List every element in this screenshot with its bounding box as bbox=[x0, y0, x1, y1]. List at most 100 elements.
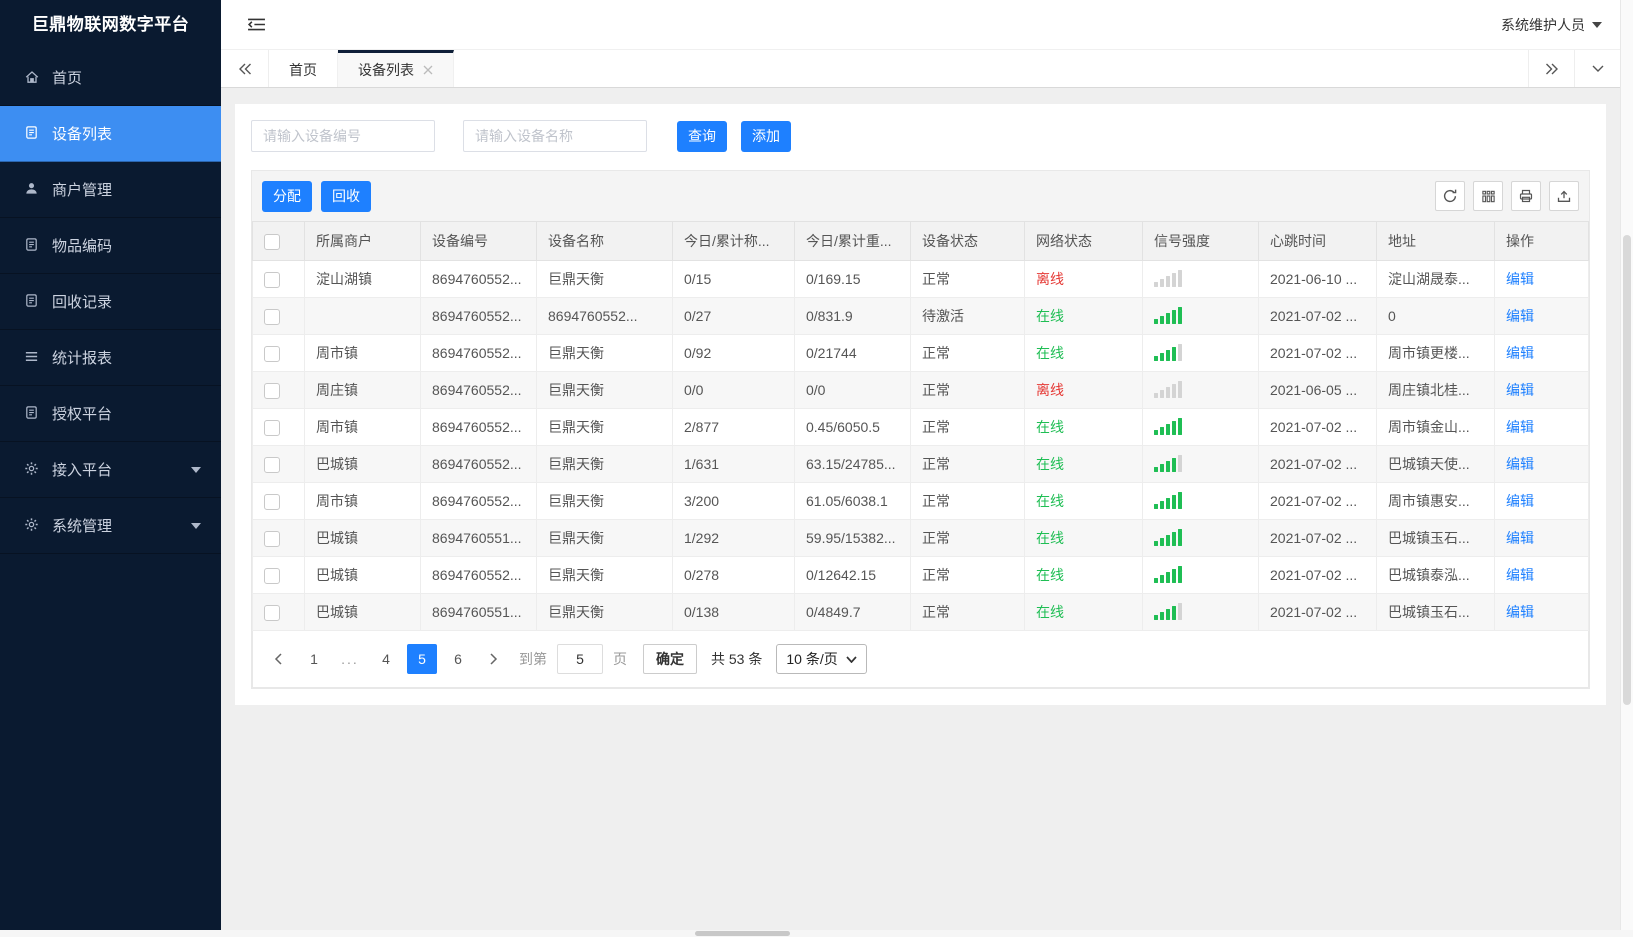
network-status-badge: 离线 bbox=[1036, 382, 1064, 398]
query-button[interactable]: 查询 bbox=[677, 120, 727, 152]
today-weight-cell: 0/169.15 bbox=[794, 260, 911, 298]
signal-bars-icon bbox=[1154, 564, 1182, 583]
tab-home[interactable]: 首页 bbox=[269, 50, 338, 87]
device-status-cell: 正常 bbox=[910, 371, 1025, 409]
address-cell: 周市镇惠安... bbox=[1376, 482, 1495, 520]
columns-icon[interactable] bbox=[1473, 181, 1503, 211]
sidebar-item-system-mgmt[interactable]: 系统管理 bbox=[0, 498, 221, 554]
edit-link[interactable]: 编辑 bbox=[1506, 419, 1534, 435]
assign-button[interactable]: 分配 bbox=[262, 180, 312, 212]
user-menu[interactable]: 系统维护人员 bbox=[1501, 15, 1602, 35]
edit-link[interactable]: 编辑 bbox=[1506, 271, 1534, 287]
address-cell: 周庄镇北桂... bbox=[1376, 371, 1495, 409]
network-status-badge: 离线 bbox=[1036, 271, 1064, 287]
edit-link[interactable]: 编辑 bbox=[1506, 567, 1534, 583]
merchant-cell: 巴城镇 bbox=[304, 445, 421, 483]
tabs-scroll-right-icon[interactable] bbox=[1528, 50, 1574, 87]
edit-link[interactable]: 编辑 bbox=[1506, 604, 1534, 620]
edit-link[interactable]: 编辑 bbox=[1506, 382, 1534, 398]
tabs-menu-icon[interactable] bbox=[1574, 50, 1620, 87]
sidebar-item-label: 授权平台 bbox=[52, 406, 113, 423]
device-name-cell: 8694760552... bbox=[536, 297, 673, 335]
doc-icon bbox=[24, 237, 41, 254]
sidebar-item-item-code[interactable]: 物品编码 bbox=[0, 218, 221, 274]
page-size-select[interactable]: 10 条/页 bbox=[776, 644, 867, 674]
recycle-button[interactable]: 回收 bbox=[321, 180, 371, 212]
table-body: 淀山湖镇 8694760552... 巨鼎天衡 0/15 0/169.15 正常 离线 202… bbox=[252, 260, 1589, 631]
export-icon[interactable] bbox=[1549, 181, 1579, 211]
network-status-badge: 在线 bbox=[1036, 604, 1064, 620]
edit-link[interactable]: 编辑 bbox=[1506, 308, 1534, 324]
column-header: 地址 bbox=[1376, 221, 1495, 261]
signal-bars-icon bbox=[1154, 490, 1182, 509]
address-cell: 巴城镇玉石... bbox=[1376, 593, 1495, 631]
close-icon[interactable] bbox=[423, 65, 433, 75]
network-status-badge: 在线 bbox=[1036, 419, 1064, 435]
device-status-cell: 正常 bbox=[910, 482, 1025, 520]
today-count-cell: 1/631 bbox=[672, 445, 795, 483]
action-cell: 编辑 bbox=[1494, 371, 1589, 409]
heartbeat-cell: 2021-07-02 ... bbox=[1258, 445, 1377, 483]
device-no-input[interactable] bbox=[251, 120, 435, 152]
list-icon bbox=[24, 349, 41, 366]
page-button[interactable]: 5 bbox=[407, 644, 437, 674]
select-all-checkbox[interactable] bbox=[264, 233, 280, 250]
column-header: 网络状态 bbox=[1024, 221, 1143, 261]
row-checkbox[interactable] bbox=[264, 345, 280, 362]
horizontal-scrollbar-thumb[interactable] bbox=[695, 931, 790, 936]
heartbeat-cell: 2021-06-05 ... bbox=[1258, 371, 1377, 409]
row-checkbox[interactable] bbox=[264, 604, 280, 621]
refresh-icon[interactable] bbox=[1435, 181, 1465, 211]
sidebar-item-recycle-records[interactable]: 回收记录 bbox=[0, 274, 221, 330]
page-button[interactable]: 6 bbox=[443, 644, 473, 674]
next-page-icon[interactable] bbox=[479, 653, 509, 665]
sidebar-item-device-list[interactable]: 设备列表 bbox=[0, 106, 221, 162]
edit-link[interactable]: 编辑 bbox=[1506, 530, 1534, 546]
row-checkbox[interactable] bbox=[264, 493, 280, 510]
edit-link[interactable]: 编辑 bbox=[1506, 493, 1534, 509]
signal-cell bbox=[1142, 593, 1259, 631]
signal-cell bbox=[1142, 556, 1259, 594]
horizontal-scrollbar[interactable] bbox=[0, 930, 1633, 937]
prev-page-icon[interactable] bbox=[263, 653, 293, 665]
signal-cell bbox=[1142, 334, 1259, 372]
signal-bars-icon bbox=[1154, 416, 1182, 435]
tabs-scroll-left-icon[interactable] bbox=[221, 50, 269, 87]
row-checkbox[interactable] bbox=[264, 419, 280, 436]
signal-cell bbox=[1142, 482, 1259, 520]
sidebar-item-merchant-mgmt[interactable]: 商户管理 bbox=[0, 162, 221, 218]
page-button[interactable]: 4 bbox=[371, 644, 401, 674]
confirm-button[interactable]: 确定 bbox=[643, 644, 697, 674]
row-checkbox[interactable] bbox=[264, 567, 280, 584]
sidebar-item-home[interactable]: 首页 bbox=[0, 50, 221, 106]
vertical-scrollbar[interactable] bbox=[1620, 0, 1633, 930]
row-checkbox[interactable] bbox=[264, 456, 280, 473]
tab-device-list[interactable]: 设备列表 bbox=[338, 50, 454, 87]
edit-link[interactable]: 编辑 bbox=[1506, 456, 1534, 472]
address-cell: 0 bbox=[1376, 297, 1495, 335]
print-icon[interactable] bbox=[1511, 181, 1541, 211]
page-unit-label: 页 bbox=[613, 651, 627, 667]
signal-cell bbox=[1142, 445, 1259, 483]
signal-bars-icon bbox=[1154, 453, 1182, 472]
row-checkbox[interactable] bbox=[264, 530, 280, 547]
today-weight-cell: 0/12642.15 bbox=[794, 556, 911, 594]
heartbeat-cell: 2021-07-02 ... bbox=[1258, 482, 1377, 520]
sidebar-item-access-platform[interactable]: 接入平台 bbox=[0, 442, 221, 498]
row-checkbox[interactable] bbox=[264, 308, 280, 325]
menu-fold-icon[interactable] bbox=[247, 16, 266, 33]
device-name-input[interactable] bbox=[463, 120, 647, 152]
goto-page-input[interactable] bbox=[557, 644, 603, 674]
table-row: 巴城镇 8694760552... 巨鼎天衡 1/631 63.15/24785... 正… bbox=[252, 445, 1589, 483]
page-button[interactable]: 1 bbox=[299, 644, 329, 674]
edit-link[interactable]: 编辑 bbox=[1506, 345, 1534, 361]
sidebar-item-statistics[interactable]: 统计报表 bbox=[0, 330, 221, 386]
gear-icon bbox=[24, 517, 41, 534]
device-no-cell: 8694760551... bbox=[420, 593, 537, 631]
row-checkbox[interactable] bbox=[264, 271, 280, 288]
vertical-scrollbar-thumb[interactable] bbox=[1623, 235, 1631, 705]
row-checkbox[interactable] bbox=[264, 382, 280, 399]
add-button[interactable]: 添加 bbox=[741, 120, 791, 152]
sidebar-item-auth-platform[interactable]: 授权平台 bbox=[0, 386, 221, 442]
heartbeat-cell: 2021-07-02 ... bbox=[1258, 297, 1377, 335]
